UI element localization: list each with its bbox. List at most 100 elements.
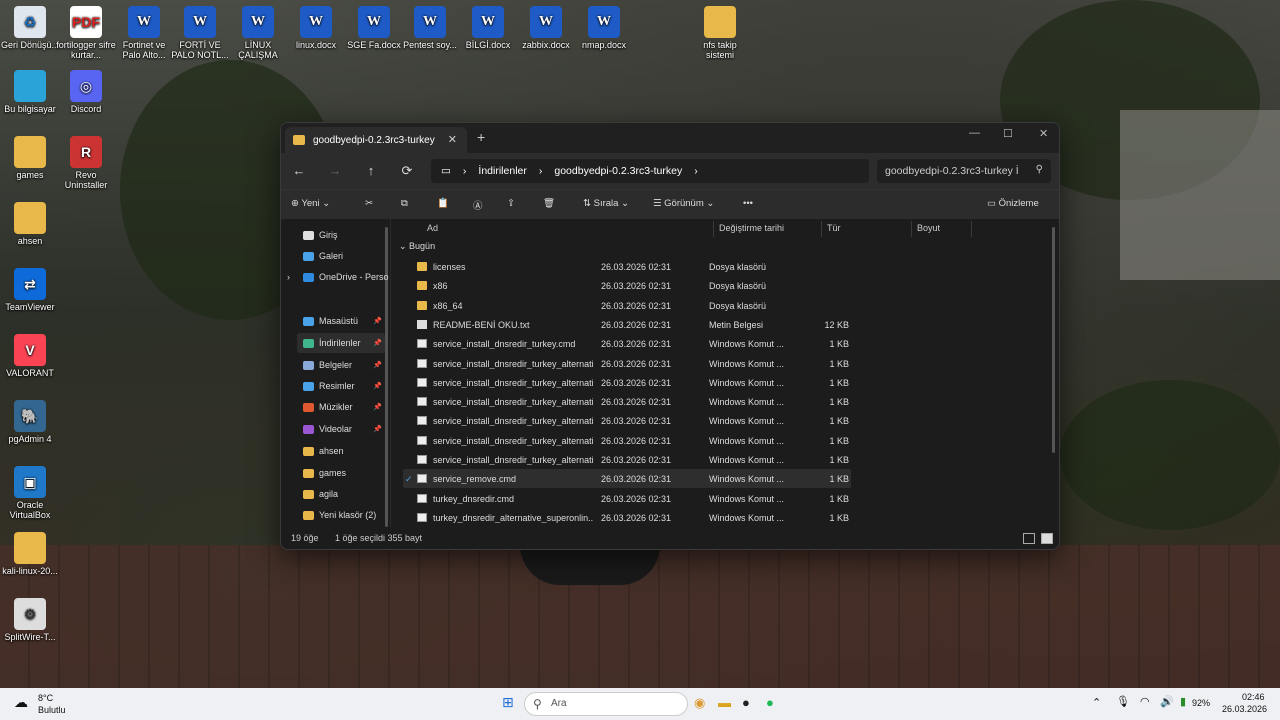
file-row[interactable]: service_install_dnsredir_turkey_alternat… [403, 392, 851, 411]
up-button[interactable]: ↑ [359, 163, 383, 178]
file-row[interactable]: licenses 26.03.2026 02:31 Dosya klasörü [403, 257, 851, 276]
sidebar-item[interactable]: İndirilenler [297, 333, 385, 353]
desktop-icon[interactable]: W Pentest soy... [400, 6, 460, 50]
sidebar-item[interactable]: ahsen [303, 441, 344, 461]
battery-percent[interactable]: 92% [1192, 698, 1210, 708]
file-explorer-icon[interactable]: ▬ [718, 695, 731, 710]
sidebar-item[interactable]: Masaüstü [303, 311, 358, 331]
desktop-icon[interactable]: games [0, 136, 60, 180]
breadcrumb-current-folder[interactable]: goodbyedpi-0.2.3rc3-turkey [554, 165, 682, 177]
file-row[interactable]: x86 26.03.2026 02:31 Dosya klasörü [403, 276, 851, 295]
forward-button[interactable]: → [323, 163, 347, 178]
sidebar-item[interactable]: Videolar [303, 419, 352, 439]
delete-icon[interactable]: 🗑 [543, 198, 555, 209]
desktop-icon[interactable]: W FORTİ VE PALO NOTL... [170, 6, 230, 60]
clock-date[interactable]: 26.03.2026 [1222, 704, 1267, 714]
file-row[interactable]: turkey_dnsredir_alternative_superonlin..… [403, 508, 851, 527]
search-input[interactable]: goodbyedpi-0.2.3rc3-turkey İ ⚲ [877, 159, 1051, 183]
tiles-view-button[interactable] [1041, 533, 1053, 544]
desktop-icon[interactable]: ⇄ TeamViewer [0, 268, 60, 312]
details-view-button[interactable] [1023, 533, 1035, 544]
chrome-icon[interactable]: ◉ [694, 695, 705, 711]
sidebar-item[interactable]: games [303, 463, 346, 483]
file-row[interactable]: x86_64 26.03.2026 02:31 Dosya klasörü [403, 296, 851, 315]
desktop-icon[interactable]: Bu bilgisayar [0, 70, 60, 114]
group-header-today[interactable]: ⌄ Bugün [399, 241, 435, 252]
column-separator[interactable] [911, 221, 912, 237]
tab-goodbyedpi[interactable]: goodbyedpi-0.2.3rc3-turkey ✕ [285, 127, 467, 153]
weather-desc[interactable]: Bulutlu [38, 705, 66, 715]
cut-icon[interactable]: ✂ [365, 198, 373, 209]
desktop-icon[interactable]: R Revo Uninstaller [56, 136, 116, 190]
new-tab-button[interactable]: + [477, 129, 485, 145]
desktop-icon[interactable]: 🐘 pgAdmin 4 [0, 400, 60, 444]
file-row[interactable]: service_install_dnsredir_turkey_alternat… [403, 431, 851, 450]
battery-icon[interactable]: ▮ [1180, 695, 1186, 708]
sort-button[interactable]: ⇅ Sırala ⌄ [583, 198, 629, 209]
new-button[interactable]: ⊕ Yeni ⌄ [291, 198, 330, 209]
sidebar-item[interactable]: Resimler [303, 376, 355, 396]
desktop-icon[interactable]: Wzabbix.docx [516, 6, 576, 50]
sidebar-item[interactable]: Belgeler [303, 355, 352, 375]
address-bar[interactable]: ▭ › İndirilenler › goodbyedpi-0.2.3rc3-t… [431, 159, 869, 183]
paste-icon[interactable]: 📋 [437, 198, 449, 209]
desktop-icon[interactable]: W LİNUX ÇALIŞMA [228, 6, 288, 60]
view-button[interactable]: ☰ Görünüm ⌄ [653, 198, 714, 209]
more-options-button[interactable]: ••• [743, 198, 753, 209]
column-header-name[interactable]: Ad [427, 223, 438, 243]
file-row[interactable]: README-BENİ OKU.txt 26.03.2026 02:31 Metin… [403, 315, 851, 334]
share-icon[interactable]: ⇪ [507, 198, 515, 209]
file-row[interactable]: service_install_dnsredir_turkey_alternat… [403, 450, 851, 469]
column-header-date[interactable]: Değiştirme tarihi [719, 223, 784, 243]
file-row[interactable]: service_install_dnsredir_turkey_alternat… [403, 373, 851, 392]
desktop-icon[interactable]: ⚙ SplitWire-T... [0, 598, 60, 642]
tab-close-icon[interactable]: ✕ [448, 133, 457, 146]
desktop-icon[interactable]: W BİLGİ.docx [458, 6, 518, 50]
chevron-up-icon[interactable]: ⌃ [1092, 696, 1101, 709]
desktop-icon[interactable]: nfs takip sistemi [690, 6, 750, 60]
back-button[interactable]: ← [287, 163, 311, 178]
desktop-icon[interactable]: W SGE Fa.docx [344, 6, 404, 50]
weather-temp[interactable]: 8°C [38, 693, 53, 703]
desktop-icon[interactable]: ▣ Oracle VirtualBox [0, 466, 60, 520]
preview-button[interactable]: ▭ Önizleme [987, 198, 1039, 209]
desktop-icon[interactable]: V VALORANT [0, 334, 60, 378]
file-row[interactable]: service_install_dnsredir_turkey_alternat… [403, 354, 851, 373]
minimize-button[interactable]: — [969, 127, 980, 139]
file-row[interactable]: service_install_dnsredir_turkey_alternat… [403, 411, 851, 430]
column-header-type[interactable]: Tür [827, 223, 841, 243]
desktop-icon[interactable]: kali-linux-20... [0, 532, 60, 576]
file-row[interactable]: service_install_dnsredir_turkey.cmd 26.03… [403, 334, 851, 353]
refresh-button[interactable]: ⟳ [395, 163, 419, 179]
column-separator[interactable] [821, 221, 822, 237]
rename-icon[interactable]: Ⓐ [473, 198, 483, 212]
close-button[interactable]: ✕ [1039, 127, 1048, 140]
sidebar-item[interactable]: Yeni klasör (2) [303, 505, 376, 525]
column-header-size[interactable]: Boyut [917, 223, 940, 243]
start-icon[interactable]: ⊞ [502, 694, 514, 711]
column-separator[interactable] [713, 221, 714, 237]
spotify-icon[interactable]: ● [766, 695, 774, 710]
desktop-icon[interactable]: Wlinux.docx [286, 6, 346, 50]
desktop-icon[interactable]: ♻ Geri Dönüşü... [0, 6, 60, 50]
column-separator[interactable] [971, 221, 972, 237]
sidebar-item[interactable]: Galeri [303, 246, 343, 266]
weather-icon[interactable]: ☁ [14, 694, 28, 711]
clock-time[interactable]: 02:46 [1242, 692, 1265, 702]
desktop-icon[interactable]: Wnmap.docx [574, 6, 634, 50]
sidebar-item[interactable]: Giriş [303, 225, 338, 245]
app-icon[interactable]: ● [742, 695, 750, 710]
desktop-icon[interactable]: PDF fortilogger sifre kurtar... [56, 6, 116, 60]
sidebar-item[interactable]: agila [303, 484, 338, 504]
file-list-scrollbar[interactable] [1052, 227, 1055, 453]
breadcrumb-downloads[interactable]: İndirilenler [478, 165, 526, 177]
file-row[interactable]: ✓ service_remove.cmd 26.03.2026 02:31 Windo… [403, 469, 851, 489]
desktop-icon[interactable]: ◎ Discord [56, 70, 116, 114]
maximize-button[interactable]: ☐ [1003, 127, 1013, 140]
microphone-icon[interactable]: 🎙 [1116, 695, 1130, 708]
selected-check-icon[interactable]: ✓ [405, 474, 413, 485]
expand-chevron-icon[interactable]: › [287, 267, 290, 287]
taskbar-search[interactable]: ⚲ Ara [524, 692, 688, 716]
desktop-icon[interactable]: ahsen [0, 202, 60, 246]
sidebar-item[interactable]: Müzikler [303, 397, 353, 417]
